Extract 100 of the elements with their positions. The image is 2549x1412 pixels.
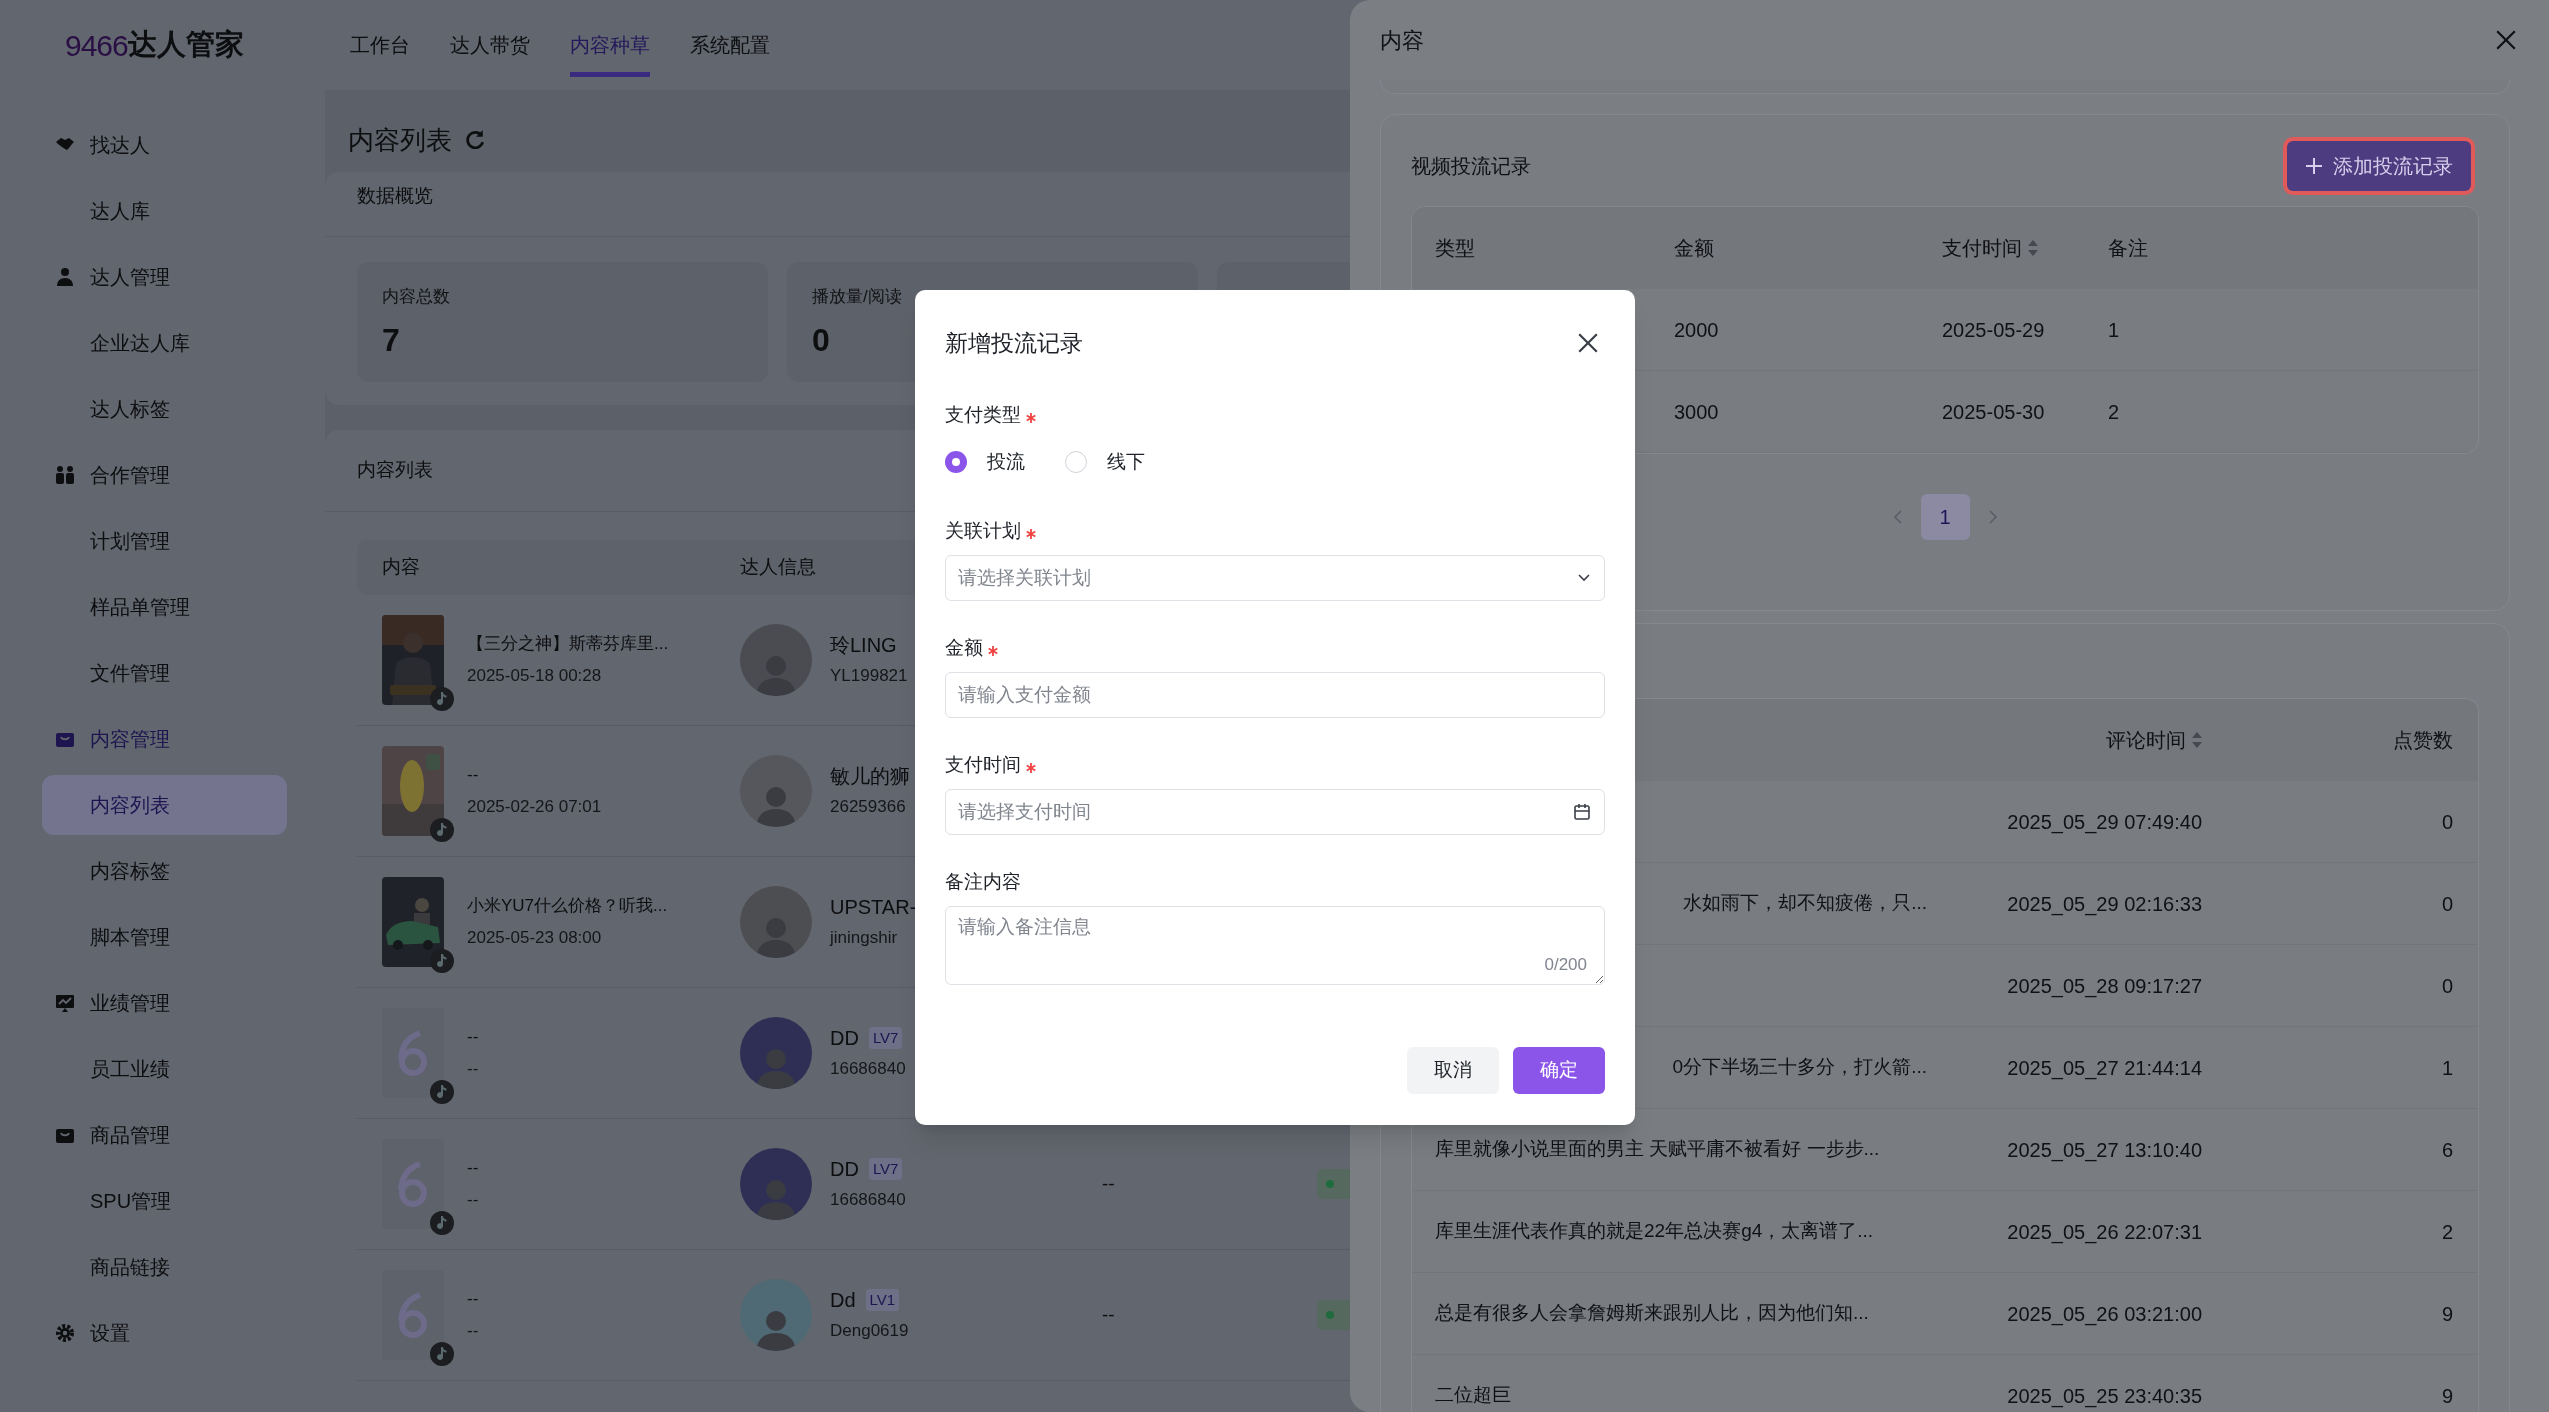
content-title: -- <box>467 1157 479 1179</box>
sidebar-group[interactable]: 达人管理 <box>0 244 325 310</box>
radio-option[interactable]: 投流 <box>945 447 1025 477</box>
nav-tab[interactable]: 达人带货 <box>450 18 530 77</box>
sidebar-item[interactable]: 内容列表 <box>42 775 287 835</box>
sidebar-group[interactable]: 设置 <box>0 1300 325 1366</box>
table-cell: 2025-05-30 <box>1942 400 2045 423</box>
refresh-icon[interactable] <box>464 129 486 151</box>
comment-text: 0分下半场三十多分，打火箭... <box>1672 1055 1927 1080</box>
sort-icon[interactable] <box>2028 240 2038 256</box>
chevron-down-icon <box>1577 573 1591 583</box>
column-header: 备注 <box>2108 236 2148 261</box>
creator-id: 16686840 <box>830 1058 906 1080</box>
content-date: 2025-05-23 08:00 <box>467 927 602 949</box>
table-cell-text: 1 <box>2441 1055 2453 1081</box>
column-header: 类型 <box>1435 236 1475 261</box>
content-date: -- <box>467 1058 479 1080</box>
calendar-icon <box>1573 803 1591 821</box>
creator-id: jiningshir <box>830 927 898 949</box>
table-cell-text: 2025_05_26 03:21:00 <box>2007 1301 2202 1328</box>
table-cell: 3000 <box>1674 400 1719 423</box>
field-label: 支付类型 <box>945 402 1021 427</box>
sidebar-item[interactable]: SPU管理 <box>42 1171 287 1231</box>
table-cell-text: 6 <box>2441 1137 2453 1163</box>
sidebar-item[interactable]: 企业达人库 <box>42 313 287 373</box>
creator-name: UPSTAR- <box>830 895 917 920</box>
sidebar-item[interactable]: 计划管理 <box>42 511 287 571</box>
stat-value: 0 <box>812 322 830 358</box>
placeholder-logo-icon <box>396 1029 430 1077</box>
content-date: 2025-05-18 00:28 <box>467 665 602 687</box>
dialog-title: 新增投流记录 <box>945 328 1083 358</box>
logo-number: 9466 <box>65 27 128 64</box>
table-cell-text: 0 <box>2441 973 2453 999</box>
sidebar-item[interactable]: 样品单管理 <box>42 577 287 637</box>
creator-id: 16686840 <box>830 1189 906 1211</box>
sidebar-group[interactable]: 合作管理 <box>0 442 325 508</box>
creator-name: DD <box>830 1157 859 1182</box>
content-title: -- <box>467 764 479 786</box>
select-field[interactable]: 请选择关联计划 <box>945 555 1605 601</box>
table-cell: 2000 <box>1674 318 1719 341</box>
table-cell-text: 9 <box>2441 1383 2453 1409</box>
sidebar-item[interactable]: 脚本管理 <box>42 907 287 967</box>
cancel-button[interactable]: 取消 <box>1407 1047 1499 1094</box>
sidebar-item[interactable]: 文件管理 <box>42 643 287 703</box>
section-title: 内容列表 <box>357 458 433 483</box>
note-badge-icon <box>430 949 454 973</box>
table-cell-text: 2025_05_25 23:40:35 <box>2007 1383 2202 1410</box>
drawer-title: 内容 <box>1380 26 1424 55</box>
input-field[interactable]: 请输入支付金额 <box>945 672 1605 718</box>
content-title: -- <box>467 1288 479 1310</box>
chevron-right-icon[interactable] <box>1987 509 1998 525</box>
table-cell-text: 2025_05_29 07:49:40 <box>2007 809 2202 836</box>
close-icon[interactable] <box>2495 29 2517 51</box>
column-header: 点赞数 <box>2393 728 2453 753</box>
column-header: 内容 <box>382 556 420 578</box>
content-date: -- <box>467 1189 479 1211</box>
field-label: 关联计划 <box>945 518 1021 543</box>
status-dot-icon <box>1326 1311 1334 1319</box>
close-icon[interactable] <box>1577 332 1599 354</box>
sidebar-group[interactable]: 找达人 <box>0 112 325 178</box>
nav-tab[interactable]: 内容种草 <box>570 18 650 77</box>
table-cell-text: 0 <box>2441 891 2453 917</box>
table-cell-text: 2025_05_27 13:10:40 <box>2007 1137 2202 1164</box>
sidebar-item[interactable]: 内容标签 <box>42 841 287 901</box>
table-cell: -- <box>1102 1172 1115 1194</box>
creator-name: 玲LING <box>830 633 897 658</box>
chevron-left-icon[interactable] <box>1892 509 1903 525</box>
table-cell: -- <box>1102 1303 1115 1325</box>
column-header: 金额 <box>1674 236 1714 261</box>
sidebar-group[interactable]: 业绩管理 <box>0 970 325 1036</box>
sidebar-item[interactable]: 达人标签 <box>42 379 287 439</box>
sidebar-item[interactable]: 员工业绩 <box>42 1039 287 1099</box>
content-title: 小米YU7什么价格？听我... <box>467 895 668 917</box>
date-field[interactable]: 请选择支付时间 <box>945 789 1605 835</box>
nav-tab[interactable]: 工作台 <box>350 18 410 77</box>
radio-option[interactable]: 线下 <box>1065 447 1145 477</box>
table-cell: 1 <box>2108 318 2120 341</box>
chart-board-icon <box>55 993 75 1013</box>
field-label: 备注内容 <box>945 869 1021 894</box>
sort-icon[interactable] <box>2192 732 2202 748</box>
plus-icon <box>2305 157 2323 175</box>
content-date: -- <box>467 1320 479 1342</box>
placeholder-logo-icon <box>396 1291 430 1339</box>
level-badge: LV7 <box>868 1026 903 1050</box>
sidebar-group[interactable]: 商品管理 <box>0 1102 325 1168</box>
section-title: 数据概览 <box>357 185 433 206</box>
sidebar-group[interactable]: 内容管理 <box>0 706 325 772</box>
comment-text: 二位超巨 <box>1435 1383 1511 1408</box>
comment-text: 库里生涯代表作真的就是22年总决赛g4，太离谱了... <box>1435 1219 1874 1244</box>
page-button[interactable]: 1 <box>1920 494 1970 540</box>
table-cell-text: 0 <box>2441 809 2453 835</box>
nav-tab[interactable]: 系统配置 <box>690 18 770 77</box>
sidebar-item[interactable]: 商品链接 <box>42 1237 287 1297</box>
table-cell: 2025-05-29 <box>1942 318 2045 341</box>
placeholder-logo-icon <box>396 1160 430 1208</box>
comment-text: 总是有很多人会拿詹姆斯来跟别人比，因为他们知... <box>1435 1301 1869 1326</box>
table-cell-text: 2025_05_26 22:07:31 <box>2007 1219 2202 1246</box>
sidebar-item[interactable]: 达人库 <box>42 181 287 241</box>
creator-id: YL199821 <box>830 665 908 687</box>
confirm-button[interactable]: 确定 <box>1513 1047 1605 1094</box>
